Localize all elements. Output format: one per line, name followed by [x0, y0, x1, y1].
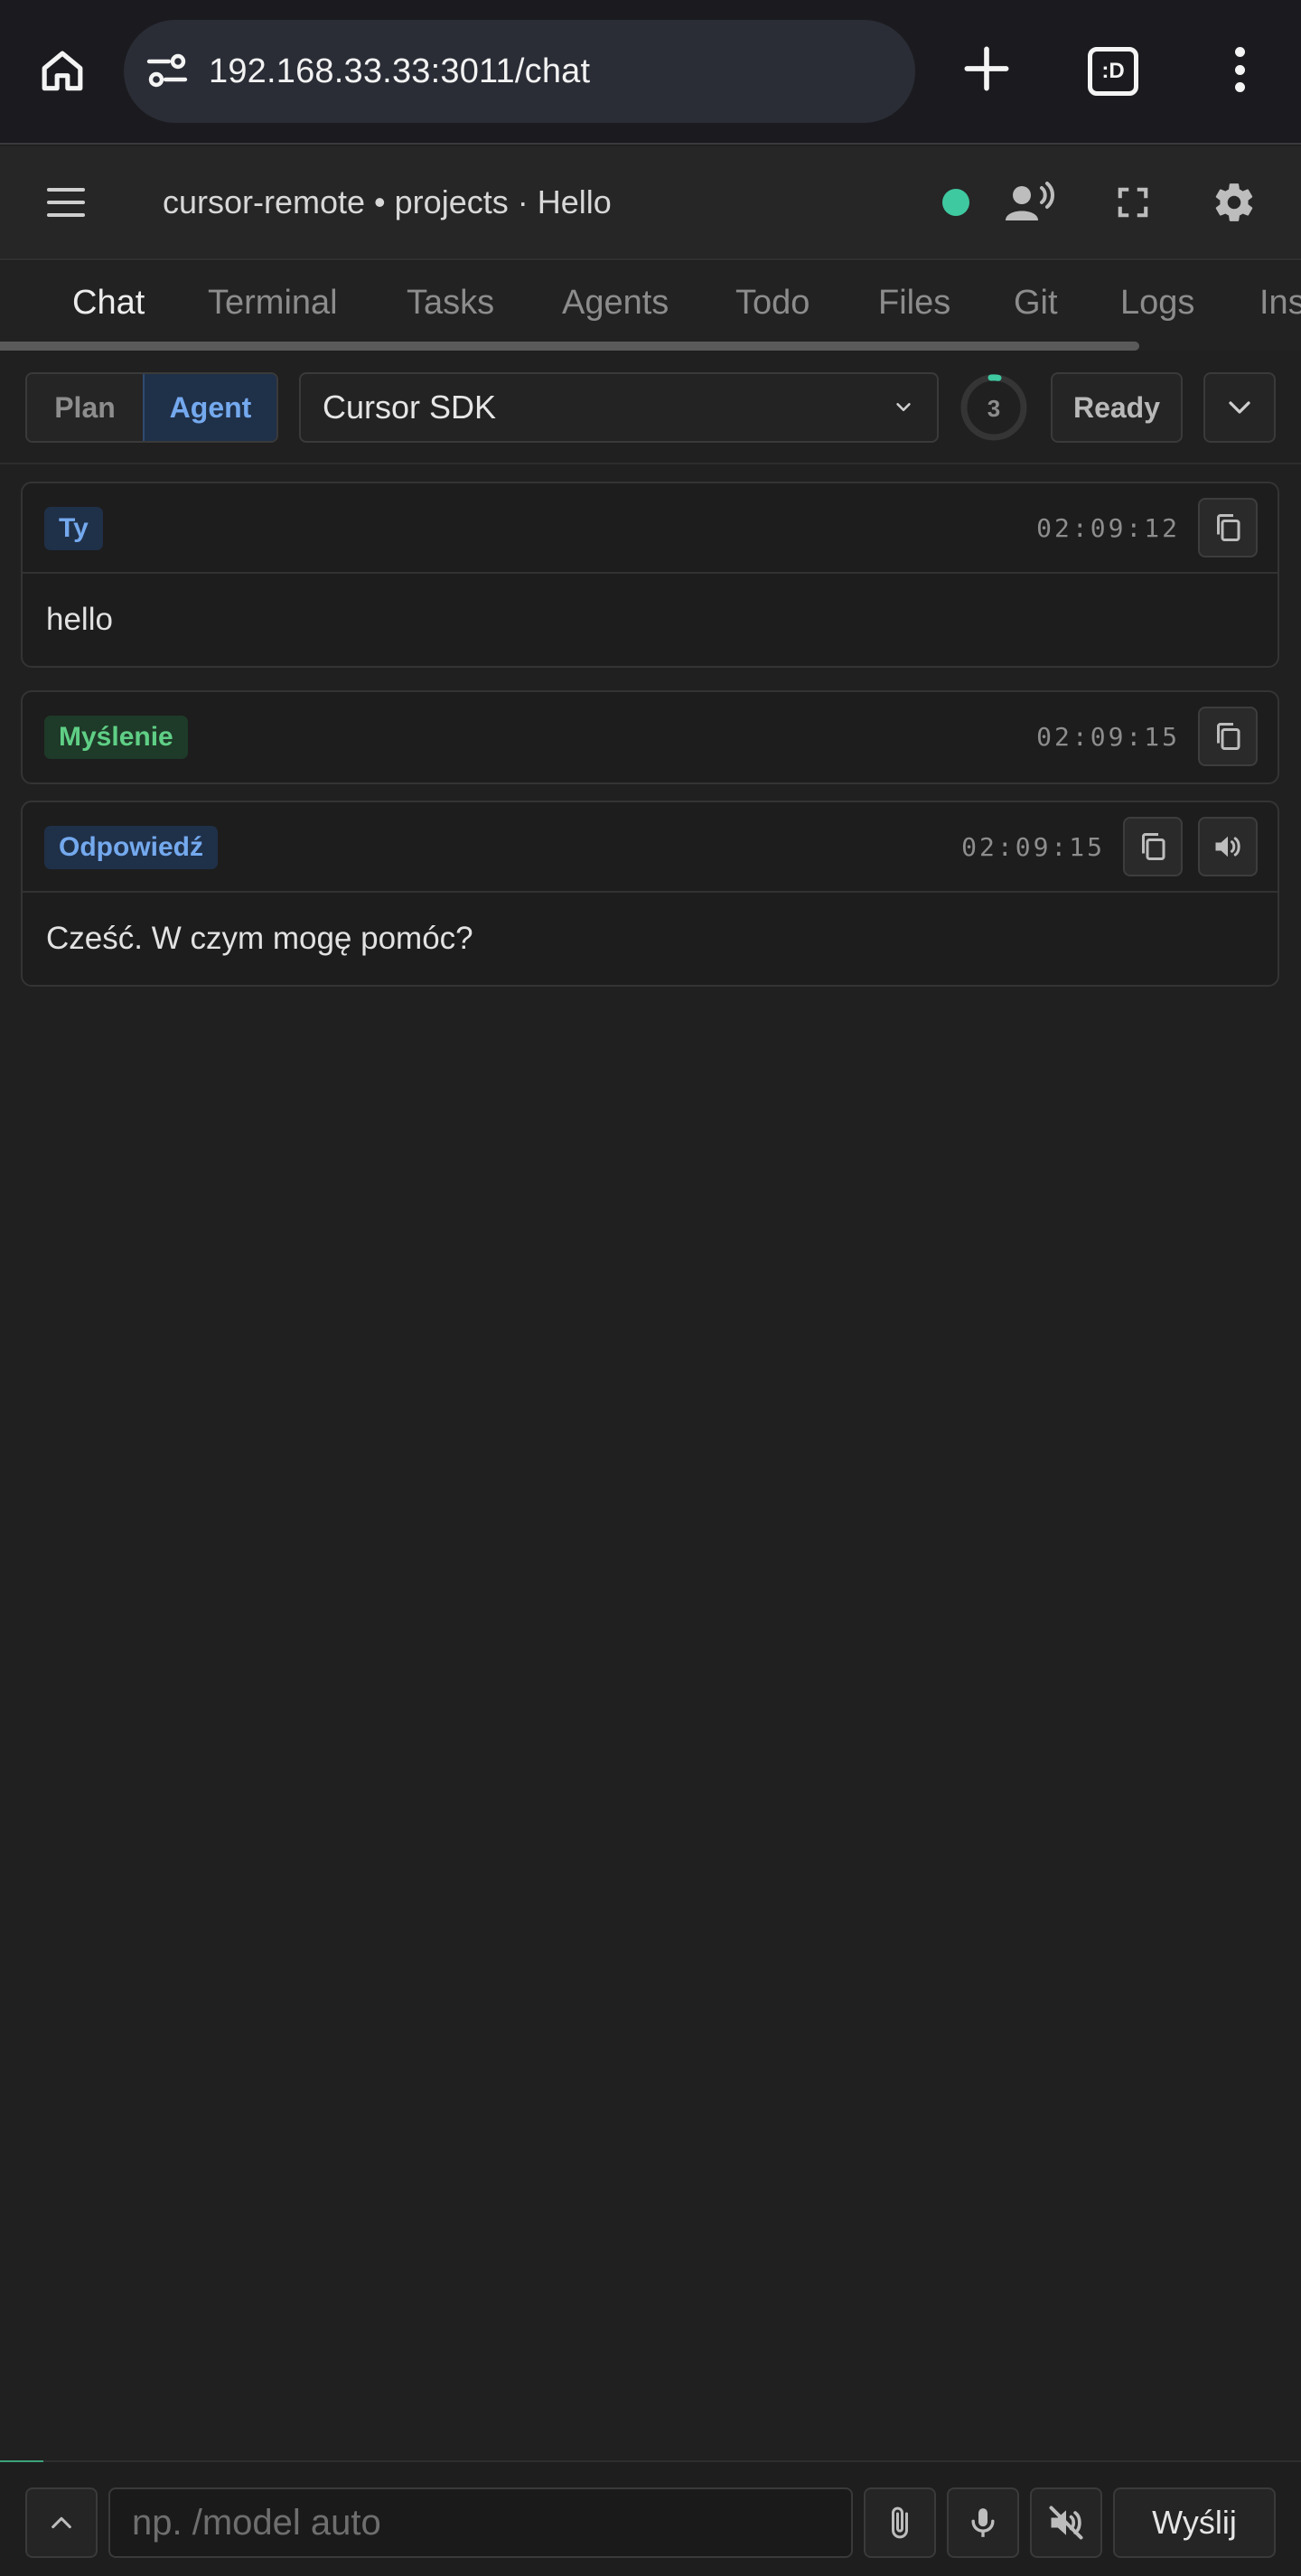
hamburger-menu-icon[interactable]	[47, 183, 85, 222]
tab-logs[interactable]: Logs	[1120, 262, 1194, 343]
tab-ins[interactable]: Ins	[1259, 262, 1301, 343]
message-user: Ty 02:09:12 hello	[21, 482, 1279, 668]
microphone-icon	[971, 2508, 995, 2537]
tab-bar: Chat Terminal Tasks Agents Todo Files Gi…	[0, 262, 1301, 351]
connection-status-dot	[942, 189, 969, 216]
settings-gear-icon[interactable]	[1209, 177, 1259, 228]
chat-toolbar: Plan Agent Cursor SDK 3 Ready	[0, 352, 1301, 464]
copy-button[interactable]	[1123, 817, 1183, 876]
tab-git[interactable]: Git	[1014, 262, 1058, 343]
role-badge-thinking: Myślenie	[44, 716, 188, 759]
speak-button[interactable]	[1198, 817, 1258, 876]
send-button[interactable]: Wyślij	[1113, 2487, 1276, 2558]
copy-button[interactable]	[1198, 707, 1258, 766]
muted-speaker-icon	[1049, 2506, 1083, 2540]
model-select[interactable]: Cursor SDK	[299, 372, 939, 443]
tab-terminal[interactable]: Terminal	[208, 262, 338, 343]
ready-status-button[interactable]: Ready	[1051, 372, 1183, 443]
tab-todo[interactable]: Todo	[735, 262, 810, 343]
copy-icon	[1217, 514, 1240, 541]
expand-composer-button[interactable]	[25, 2487, 98, 2558]
home-icon[interactable]	[33, 42, 92, 101]
page-title: cursor-remote • projects · Hello	[163, 183, 612, 220]
new-tab-icon[interactable]	[958, 40, 1016, 98]
copy-icon	[1217, 723, 1240, 750]
chevron-down-icon	[1229, 401, 1250, 414]
tab-tasks[interactable]: Tasks	[407, 262, 494, 343]
message-thinking: Myślenie 02:09:15	[21, 690, 1279, 784]
agent-mode-button[interactable]: Agent	[143, 374, 276, 441]
browser-menu-icon[interactable]	[1221, 40, 1258, 99]
attach-button[interactable]	[864, 2487, 936, 2558]
tab-agents[interactable]: Agents	[562, 262, 669, 343]
message-header: Odpowiedź 02:09:15	[23, 802, 1278, 893]
copy-button[interactable]	[1198, 498, 1258, 557]
browser-toolbar: 192.168.33.33:3011/chat :D	[0, 0, 1301, 145]
context-counter-value: 3	[987, 395, 1000, 422]
composer-accent-line	[0, 2460, 43, 2462]
mode-toggle: Plan Agent	[25, 372, 278, 443]
message-text: hello	[46, 602, 113, 637]
microphone-button[interactable]	[947, 2487, 1019, 2558]
paperclip-icon	[892, 2506, 908, 2539]
site-settings-icon[interactable]	[145, 52, 189, 90]
context-counter-ring: 3	[960, 374, 1027, 441]
chevron-down-icon	[896, 403, 911, 412]
message-answer: Odpowiedź 02:09:15 Cześć. W czym mogę po…	[21, 801, 1279, 987]
model-select-value: Cursor SDK	[323, 389, 497, 426]
address-bar[interactable]: 192.168.33.33:3011/chat	[124, 20, 915, 123]
app-header: cursor-remote • projects · Hello	[0, 146, 1301, 260]
plan-mode-button[interactable]: Plan	[27, 374, 143, 441]
fullscreen-icon[interactable]	[1108, 177, 1158, 228]
message-text: Cześć. W czym mogę pomóc?	[46, 921, 473, 956]
tab-scrollbar-thumb[interactable]	[0, 342, 1139, 351]
mute-button[interactable]	[1030, 2487, 1102, 2558]
copy-icon	[1142, 833, 1165, 860]
message-header: Ty 02:09:12	[23, 483, 1278, 574]
message-timestamp: 02:09:15	[961, 832, 1105, 862]
role-badge-user: Ty	[44, 507, 103, 550]
voice-icon[interactable]	[1005, 177, 1055, 228]
message-timestamp: 02:09:12	[1036, 513, 1180, 543]
tab-files[interactable]: Files	[878, 262, 950, 343]
expand-toolbar-button[interactable]	[1203, 372, 1276, 443]
tab-chat[interactable]: Chat	[72, 262, 145, 343]
chevron-up-icon	[51, 2516, 71, 2529]
message-timestamp: 02:09:15	[1036, 722, 1180, 752]
speaker-icon	[1215, 836, 1240, 857]
message-composer: Wyślij	[0, 2460, 1301, 2576]
message-header: Myślenie 02:09:15	[23, 692, 1278, 782]
message-input[interactable]	[108, 2487, 853, 2558]
url-text: 192.168.33.33:3011/chat	[209, 52, 591, 90]
role-badge-answer: Odpowiedź	[44, 826, 218, 869]
tab-switcher-button[interactable]: :D	[1088, 47, 1138, 96]
